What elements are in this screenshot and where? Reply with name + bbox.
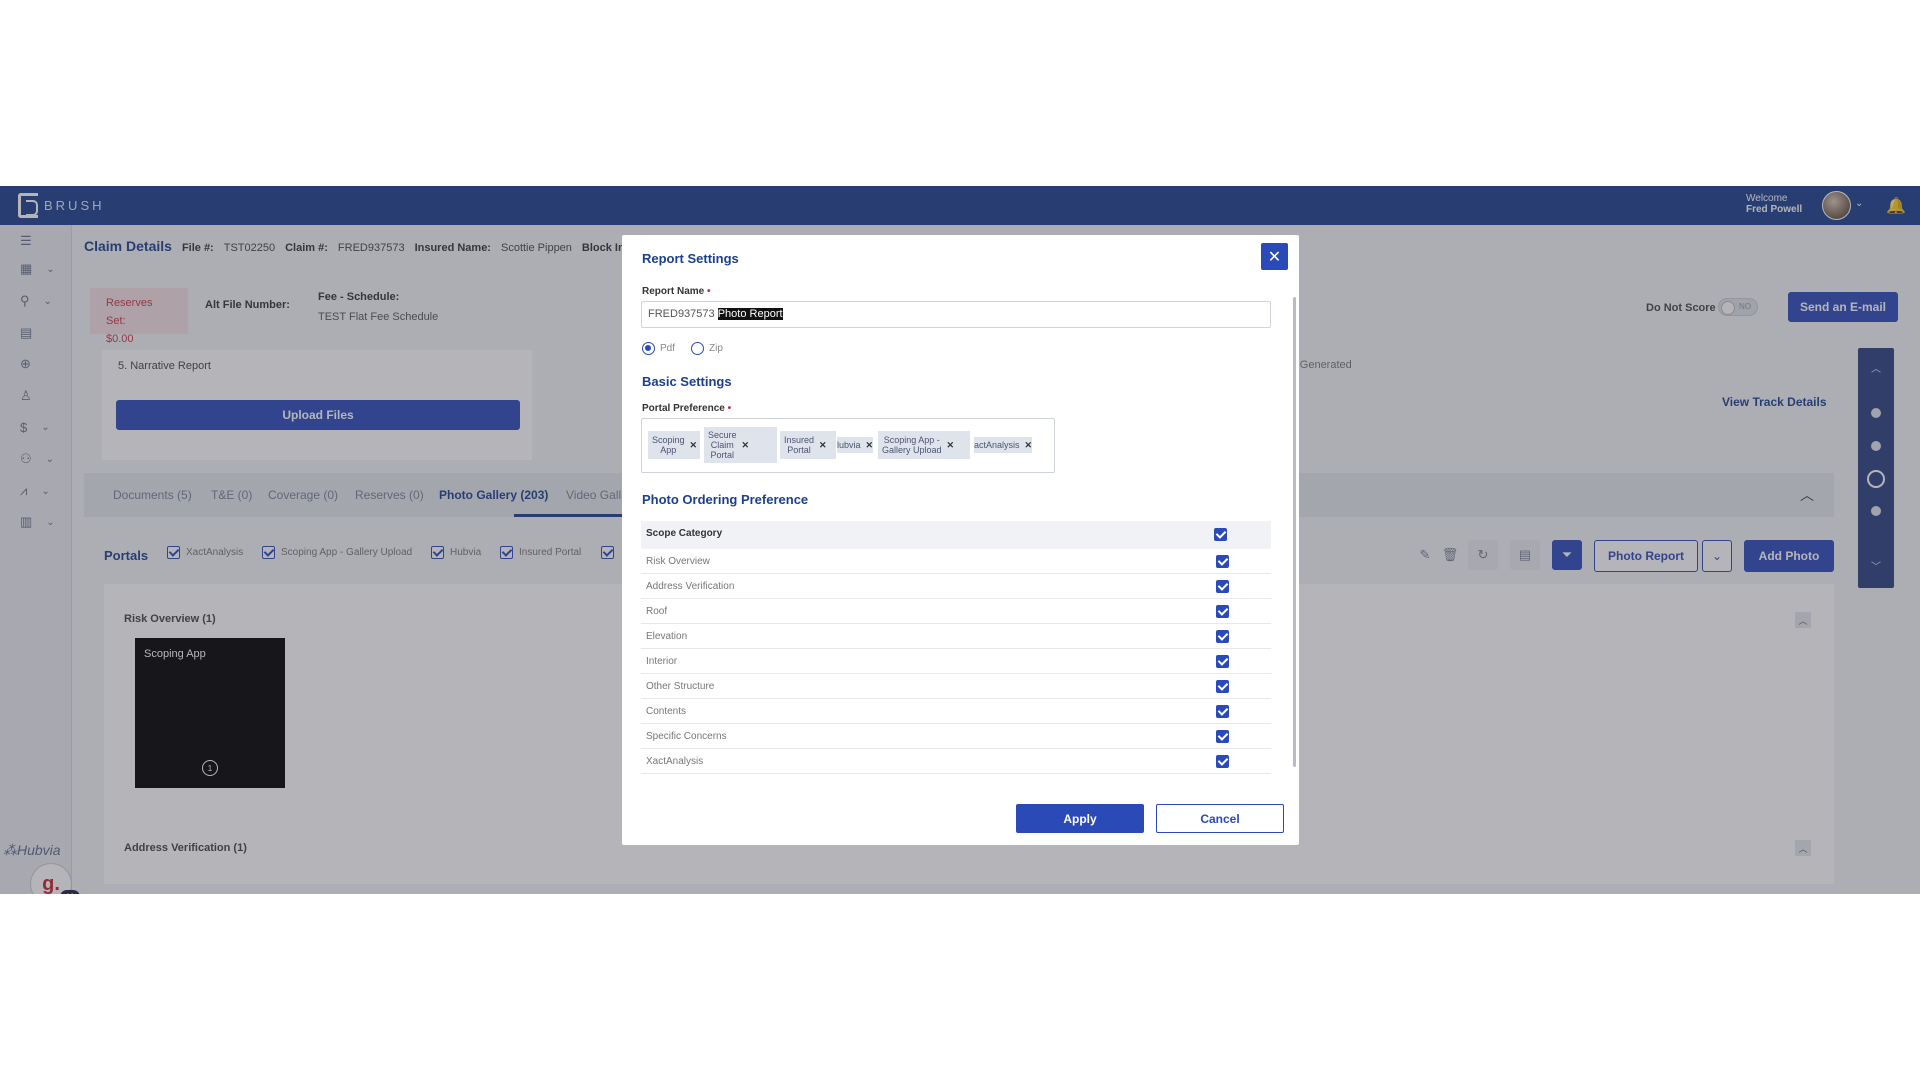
row-checkbox[interactable]	[1216, 605, 1229, 618]
close-icon[interactable]: ✕	[1261, 243, 1288, 270]
radio-selected-icon	[642, 342, 655, 355]
ordering-row: Other Structure	[641, 674, 1271, 699]
format-radio-group: Pdf Zip	[642, 342, 723, 355]
remove-chip-icon[interactable]: ✕	[866, 440, 874, 450]
remove-chip-icon[interactable]: ✕	[742, 440, 750, 450]
row-checkbox[interactable]	[1216, 630, 1229, 643]
radio-zip[interactable]: Zip	[691, 342, 723, 355]
basic-settings-heading: Basic Settings	[642, 374, 732, 389]
row-checkbox[interactable]	[1216, 580, 1229, 593]
radio-pdf[interactable]: Pdf	[642, 342, 675, 355]
row-checkbox[interactable]	[1216, 680, 1229, 693]
row-checkbox[interactable]	[1216, 705, 1229, 718]
photo-ordering-list: Scope Category Risk Overview Address Ver…	[641, 521, 1271, 774]
portal-preference-multiselect[interactable]: Scoping App ✕ Secure Claim Portal ✕ Insured Po…	[641, 418, 1055, 473]
ordering-row: Roof	[641, 599, 1271, 624]
select-all-checkbox[interactable]	[1214, 528, 1227, 541]
chip-xactanalysis: actAnalysis ✕	[974, 437, 1032, 453]
remove-chip-icon[interactable]: ✕	[947, 440, 955, 450]
remove-chip-icon[interactable]: ✕	[690, 440, 698, 450]
selected-text: Photo Report	[717, 308, 783, 320]
remove-chip-icon[interactable]: ✕	[819, 440, 827, 450]
row-checkbox[interactable]	[1216, 655, 1229, 668]
radio-empty-icon	[691, 342, 705, 355]
ordering-row: Contents	[641, 699, 1271, 724]
report-settings-modal: Report Settings ✕ Report Name • FRED9375…	[622, 235, 1299, 845]
chip-secure-claim-portal: Secure Claim Portal ✕	[704, 427, 777, 463]
chip-hubvia: lubvia ✕	[837, 437, 873, 453]
chip-scoping-app: Scoping App ✕	[648, 431, 700, 459]
apply-button[interactable]: Apply	[1016, 804, 1144, 833]
ordering-row: XactAnalysis	[641, 749, 1271, 774]
ordering-row: Interior	[641, 649, 1271, 674]
ordering-row: Elevation	[641, 624, 1271, 649]
ordering-header-row: Scope Category	[641, 521, 1271, 549]
cancel-button[interactable]: Cancel	[1156, 804, 1284, 833]
ordering-row: Address Verification	[641, 574, 1271, 599]
chip-insured-portal: Insured Portal ✕	[780, 431, 836, 459]
chip-scoping-gallery-upload: Scoping App - Gallery Upload ✕	[878, 431, 970, 459]
row-checkbox[interactable]	[1216, 555, 1229, 568]
row-checkbox[interactable]	[1216, 755, 1229, 768]
report-name-label: Report Name •	[642, 286, 711, 297]
row-checkbox[interactable]	[1216, 730, 1229, 743]
modal-scrollbar[interactable]	[1293, 297, 1296, 767]
modal-title: Report Settings	[642, 251, 739, 266]
ordering-row: Risk Overview	[641, 549, 1271, 574]
remove-chip-icon[interactable]: ✕	[1025, 440, 1033, 450]
photo-ordering-heading: Photo Ordering Preference	[642, 492, 809, 507]
ordering-row: Specific Concerns	[641, 724, 1271, 749]
scope-category-header: Scope Category	[646, 528, 723, 539]
report-name-input[interactable]: FRED937573 Photo Report	[641, 301, 1271, 328]
portal-preference-label: Portal Preference •	[642, 403, 732, 414]
